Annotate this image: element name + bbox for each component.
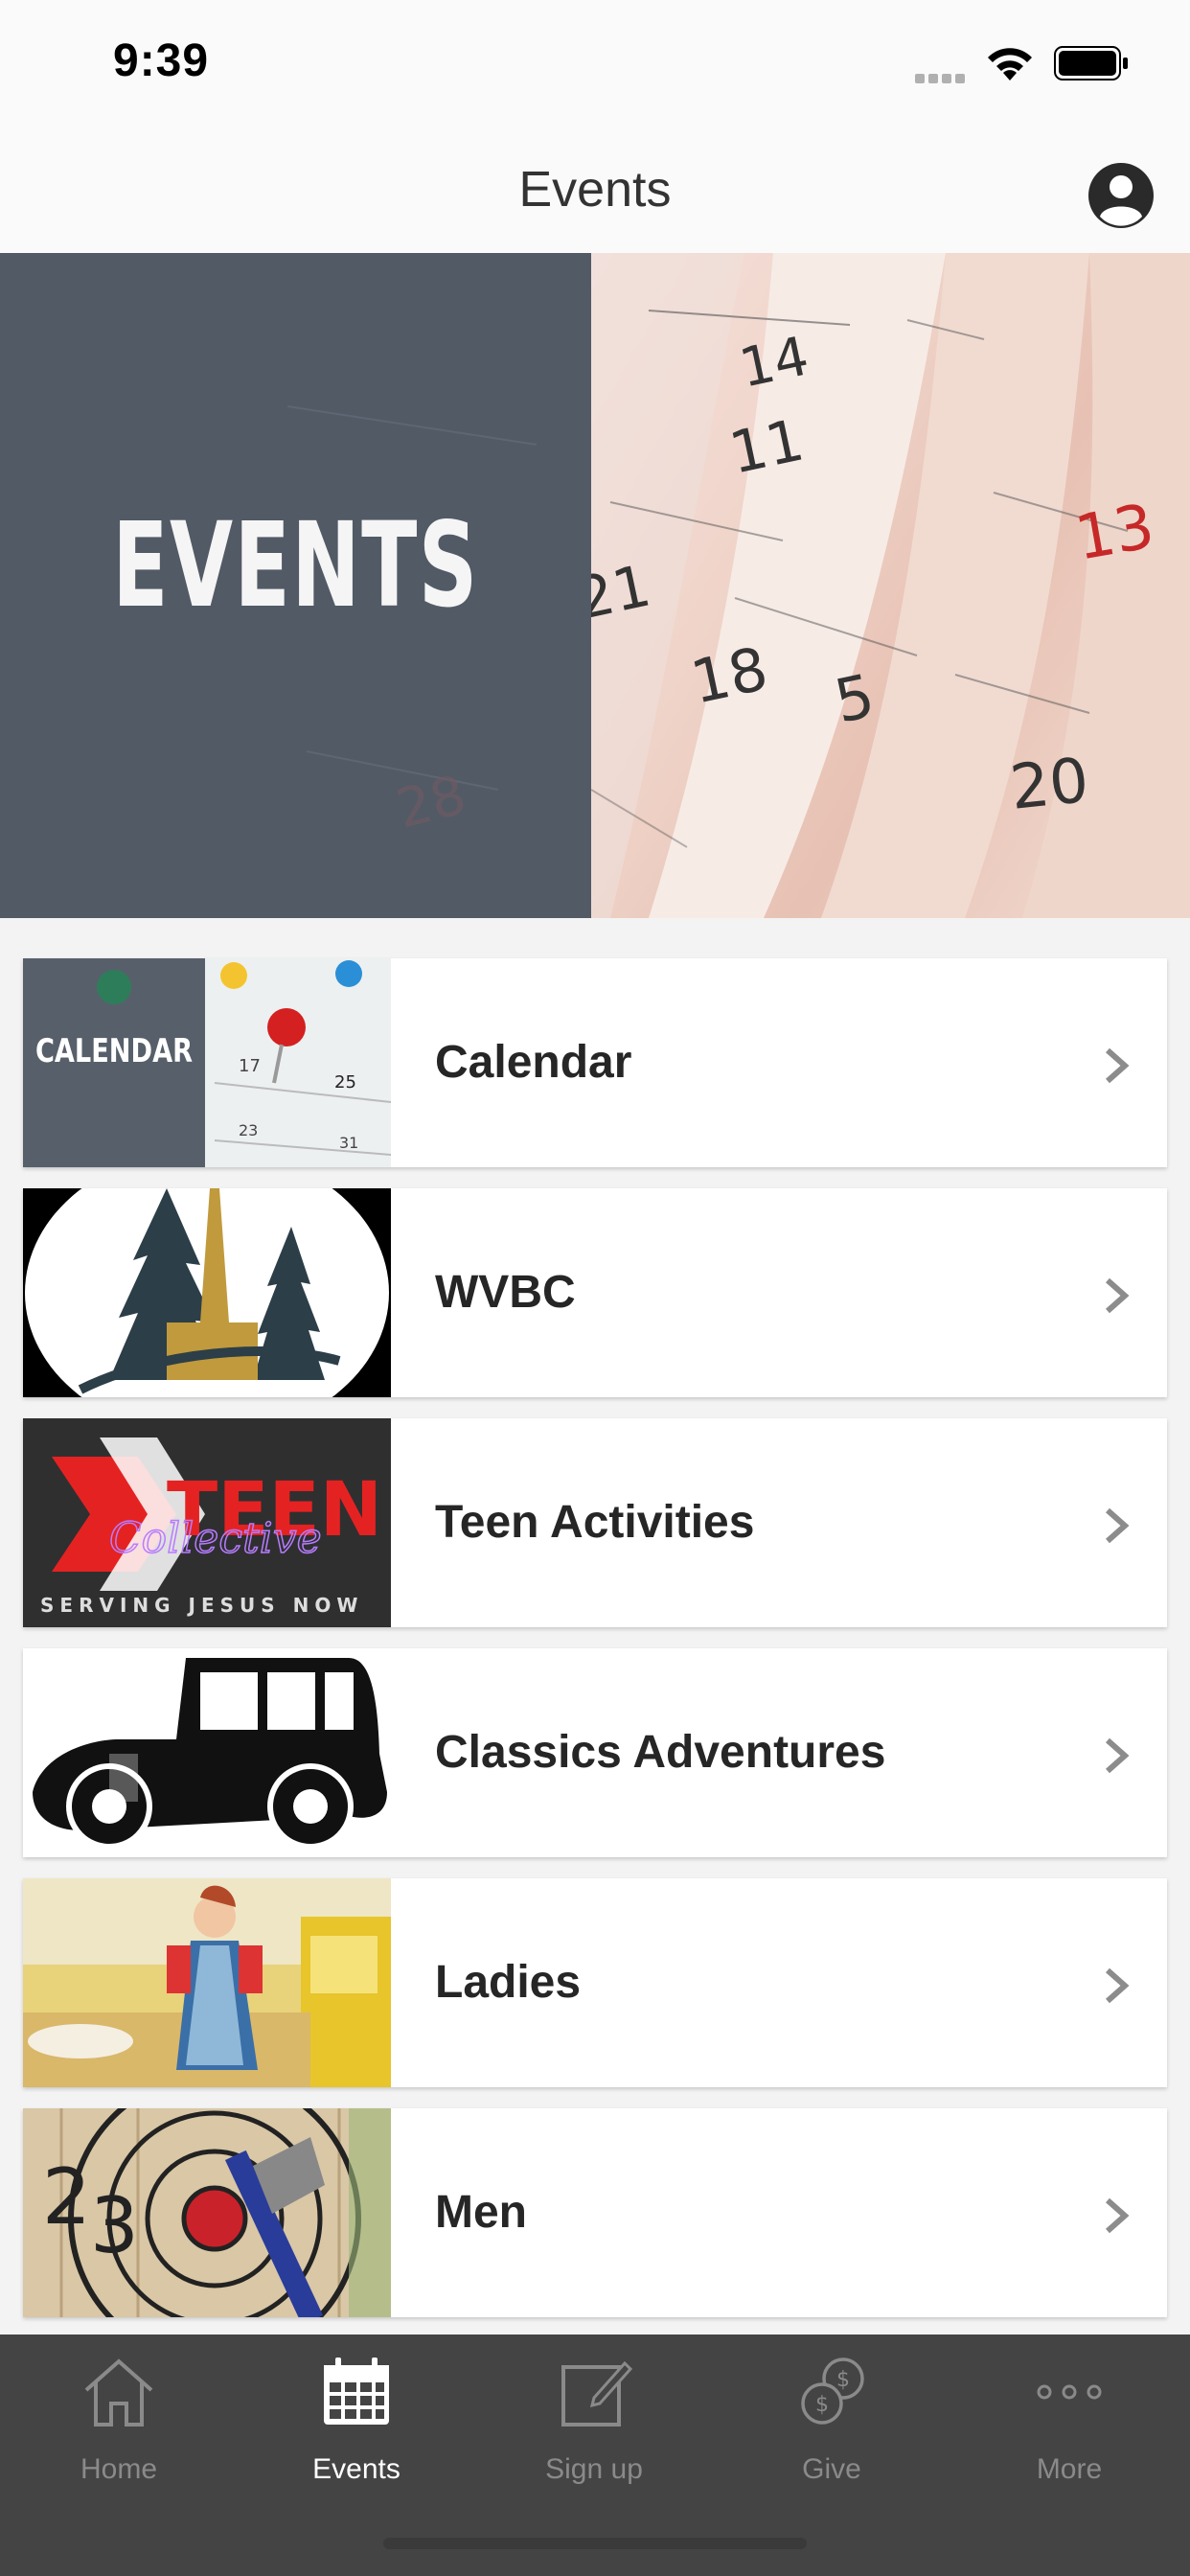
tab-more[interactable]: More xyxy=(950,2334,1188,2507)
calendar-number: 13 xyxy=(1070,492,1159,575)
calendar-thumb-text: CALENDAR xyxy=(35,1032,193,1070)
list-item-wvbc[interactable]: WVBC xyxy=(23,1188,1167,1397)
profile-icon[interactable] xyxy=(1087,161,1156,230)
svg-text:3: 3 xyxy=(90,2181,139,2270)
battery-icon xyxy=(1054,46,1128,80)
edit-icon xyxy=(561,2360,632,2426)
svg-text:23: 23 xyxy=(239,1121,258,1139)
status-time: 9:39 xyxy=(113,35,210,86)
status-bar: 9:39 xyxy=(0,0,1190,126)
svg-text:31: 31 xyxy=(339,1134,358,1152)
teen-thumb-script: Collective xyxy=(109,1514,322,1563)
svg-text:2: 2 xyxy=(42,2152,91,2242)
page-title: Events xyxy=(518,162,672,218)
classic-car-thumbnail xyxy=(23,1648,391,1857)
home-icon xyxy=(84,2358,153,2426)
list-item-ladies[interactable]: Ladies xyxy=(23,1878,1167,2087)
list-item-label: WVBC xyxy=(435,1267,576,1318)
calendar-number: 20 xyxy=(1007,746,1092,824)
svg-text:25: 25 xyxy=(334,1072,356,1092)
list-item-calendar[interactable]: 17 25 23 31 CALENDAR Calendar xyxy=(23,958,1167,1167)
calendar-thumbnail: 17 25 23 31 CALENDAR xyxy=(23,958,391,1167)
events-screen: 9:39 Events 14 11 13 21 18 5 20 28 EVENT… xyxy=(0,0,1190,2576)
list-item-label: Men xyxy=(435,2187,527,2238)
wifi-icon xyxy=(988,48,1032,80)
svg-text:$: $ xyxy=(836,2368,850,2392)
vintage-kitchen-thumbnail xyxy=(23,1878,391,2087)
hero-title: EVENTS xyxy=(112,497,479,633)
tab-label: Sign up xyxy=(545,2453,643,2485)
teen-collective-thumbnail: TEEN Collective SERVING JESUS NOW xyxy=(23,1418,391,1627)
hero-title-overlay: 28 EVENTS xyxy=(0,253,591,918)
teen-thumb-tagline: SERVING JESUS NOW xyxy=(40,1594,363,1617)
list-item-classics-adventures[interactable]: Classics Adventures xyxy=(23,1648,1167,1857)
chevron-right-icon xyxy=(1106,1967,1130,2004)
home-indicator[interactable] xyxy=(383,2538,807,2549)
events-hero-banner: 14 11 13 21 18 5 20 28 EVENTS xyxy=(0,253,1190,918)
tab-label: Home xyxy=(80,2453,158,2485)
axe-target-thumbnail: 2 3 xyxy=(23,2108,391,2317)
calendar-icon xyxy=(324,2358,389,2425)
chevron-right-icon xyxy=(1106,1277,1130,1314)
chevron-right-icon xyxy=(1106,1047,1130,1084)
list-item-label: Ladies xyxy=(435,1957,582,2008)
svg-text:17: 17 xyxy=(239,1056,261,1076)
more-icon xyxy=(1037,2384,1102,2400)
svg-text:$: $ xyxy=(815,2393,829,2417)
coins-icon: $ $ xyxy=(801,2358,864,2425)
event-category-list: 17 25 23 31 CALENDAR Calendar WVBC TEEN … xyxy=(23,958,1167,2338)
list-item-label: Calendar xyxy=(435,1037,632,1088)
tab-events[interactable]: Events xyxy=(238,2334,475,2507)
tab-home[interactable]: Home xyxy=(0,2334,238,2507)
wvbc-logo-thumbnail xyxy=(23,1188,391,1397)
tab-label: Events xyxy=(312,2453,400,2485)
chevron-right-icon xyxy=(1106,1737,1130,1774)
list-item-label: Classics Adventures xyxy=(435,1727,886,1778)
list-item-men[interactable]: 2 3 Men xyxy=(23,2108,1167,2317)
tab-label: Give xyxy=(802,2453,861,2485)
calendar-photo: 14 11 13 21 18 5 20 xyxy=(591,253,1190,918)
tab-give[interactable]: $ $ Give xyxy=(713,2334,950,2507)
list-item-label: Teen Activities xyxy=(435,1497,755,1548)
cellular-signal-icon xyxy=(915,71,969,83)
tab-sign-up[interactable]: Sign up xyxy=(475,2334,713,2507)
chevron-right-icon xyxy=(1106,2197,1130,2234)
list-item-teen-activities[interactable]: TEEN Collective SERVING JESUS NOW Teen A… xyxy=(23,1418,1167,1627)
calendar-number: 28 xyxy=(391,764,472,840)
navigation-header: Events xyxy=(0,126,1190,253)
chevron-right-icon xyxy=(1106,1507,1130,1544)
tab-label: More xyxy=(1036,2453,1103,2485)
